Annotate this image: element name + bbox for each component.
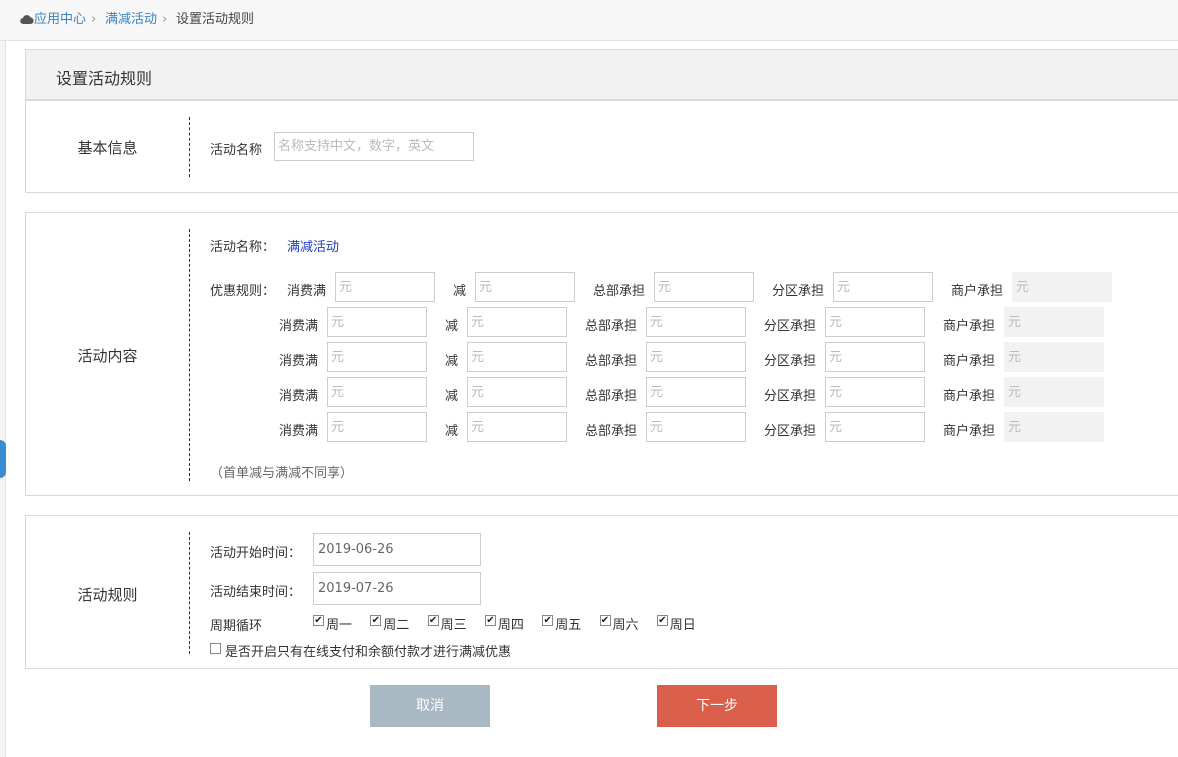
spend-input[interactable] bbox=[335, 272, 435, 302]
minus-input[interactable] bbox=[467, 307, 567, 337]
breadcrumb-link-full-reduction[interactable]: 满减活动 bbox=[105, 12, 157, 28]
activity-content-panel: 活动内容 活动名称： 满减活动 优惠规则： 消费满减总部承担分区承担商户承担消费… bbox=[25, 212, 1178, 496]
merchant-share-label: 商户承担 bbox=[943, 354, 996, 369]
merchant-share-label: 商户承担 bbox=[951, 284, 1004, 299]
breadcrumb-current: 设置活动规则 bbox=[176, 12, 255, 27]
branch-share-label: 分区承担 bbox=[772, 284, 825, 299]
cancel-button[interactable]: 取消 bbox=[370, 685, 490, 727]
minus-label: 减 bbox=[445, 354, 459, 369]
hq-share-input[interactable] bbox=[646, 307, 746, 337]
start-time-label: 活动开始时间： bbox=[210, 546, 302, 561]
hq-share-input[interactable] bbox=[646, 342, 746, 372]
merchant-share-input[interactable] bbox=[1004, 307, 1104, 337]
weekday-checkbox[interactable]: ✔ bbox=[427, 615, 439, 626]
cycle-label: 周期循环 bbox=[210, 619, 263, 634]
weekday-checkbox[interactable]: ✔ bbox=[370, 615, 382, 626]
branch-share-label: 分区承担 bbox=[764, 354, 817, 369]
branch-share-input[interactable] bbox=[833, 272, 933, 302]
breadcrumb-separator: › bbox=[162, 12, 168, 27]
branch-share-input[interactable] bbox=[825, 307, 925, 337]
merchant-share-label: 商户承担 bbox=[943, 319, 996, 334]
cloud-icon bbox=[20, 15, 34, 24]
sidebar-toggle-handle[interactable] bbox=[0, 440, 6, 478]
spend-label: 消费满 bbox=[279, 319, 319, 334]
weekday-label: 周六 bbox=[612, 618, 639, 633]
branch-share-input[interactable] bbox=[825, 342, 925, 372]
minus-label: 减 bbox=[445, 319, 459, 334]
activity-name-label: 活动名称： bbox=[210, 240, 276, 255]
branch-share-label: 分区承担 bbox=[764, 424, 817, 439]
spend-input[interactable] bbox=[327, 412, 427, 442]
divider bbox=[189, 229, 190, 481]
weekday-checkbox[interactable]: ✔ bbox=[599, 615, 611, 626]
hq-share-label: 总部承担 bbox=[585, 354, 638, 369]
discount-rules-label: 优惠规则： bbox=[210, 284, 276, 299]
merchant-share-input[interactable] bbox=[1004, 377, 1104, 407]
end-time-input[interactable] bbox=[313, 572, 481, 605]
end-time-label: 活动结束时间： bbox=[210, 585, 302, 600]
left-collapsed-sidebar bbox=[0, 0, 6, 757]
minus-label: 减 bbox=[453, 284, 467, 299]
next-step-button[interactable]: 下一步 bbox=[657, 685, 777, 727]
spend-label: 消费满 bbox=[279, 424, 319, 439]
minus-label: 减 bbox=[445, 389, 459, 404]
merchant-share-label: 商户承担 bbox=[943, 389, 996, 404]
weekday-label: 周二 bbox=[383, 618, 410, 633]
hq-share-label: 总部承担 bbox=[585, 424, 638, 439]
branch-share-input[interactable] bbox=[825, 377, 925, 407]
breadcrumb: 应用中心 › 满减活动 › 设置活动规则 bbox=[0, 0, 1178, 41]
weekday-label: 周三 bbox=[440, 618, 467, 633]
hq-share-label: 总部承担 bbox=[593, 284, 646, 299]
spend-input[interactable] bbox=[327, 377, 427, 407]
basic-info-panel: 基本信息 活动名称 bbox=[25, 100, 1178, 193]
merchant-share-input[interactable] bbox=[1004, 342, 1104, 372]
minus-input[interactable] bbox=[475, 272, 575, 302]
activity-rules-panel: 活动规则 活动开始时间： 活动结束时间： 周期循环 ✔周一✔周二✔周三✔周四✔周… bbox=[25, 515, 1178, 669]
branch-share-label: 分区承担 bbox=[764, 319, 817, 334]
minus-input[interactable] bbox=[467, 342, 567, 372]
weekday-checkbox[interactable]: ✔ bbox=[656, 615, 668, 626]
weekday-checkbox[interactable]: ✔ bbox=[542, 615, 554, 626]
breadcrumb-separator: › bbox=[91, 12, 97, 27]
start-time-input[interactable] bbox=[313, 533, 481, 566]
spend-label: 消费满 bbox=[287, 284, 327, 299]
merchant-share-label: 商户承担 bbox=[943, 424, 996, 439]
basic-info-heading: 基本信息 bbox=[77, 139, 138, 157]
hq-share-input[interactable] bbox=[646, 412, 746, 442]
activity-name-label: 活动名称 bbox=[210, 143, 263, 158]
weekday-label: 周日 bbox=[669, 618, 696, 633]
page-title-bar: 设置活动规则 bbox=[25, 49, 1178, 100]
page-title: 设置活动规则 bbox=[56, 69, 153, 88]
hq-share-input[interactable] bbox=[654, 272, 754, 302]
merchant-share-input[interactable] bbox=[1004, 412, 1104, 442]
weekday-checkbox[interactable]: ✔ bbox=[313, 615, 324, 626]
breadcrumb-link-app-center[interactable]: 应用中心 bbox=[34, 12, 86, 28]
minus-label: 减 bbox=[445, 424, 459, 439]
activity-name-value: 满减活动 bbox=[287, 240, 340, 255]
branch-share-label: 分区承担 bbox=[764, 389, 817, 404]
weekday-checkbox[interactable]: ✔ bbox=[484, 615, 496, 626]
merchant-share-input[interactable] bbox=[1012, 272, 1112, 302]
weekday-label: 周四 bbox=[497, 618, 524, 633]
hq-share-label: 总部承担 bbox=[585, 319, 638, 334]
activity-name-input[interactable] bbox=[274, 132, 474, 161]
minus-input[interactable] bbox=[467, 412, 567, 442]
weekday-label: 周一 bbox=[326, 618, 353, 633]
spend-label: 消费满 bbox=[279, 389, 319, 404]
minus-input[interactable] bbox=[467, 377, 567, 407]
activity-content-heading: 活动内容 bbox=[77, 347, 138, 365]
divider bbox=[189, 117, 190, 177]
spend-input[interactable] bbox=[327, 342, 427, 372]
weekday-label: 周五 bbox=[555, 618, 582, 633]
activity-rules-heading: 活动规则 bbox=[77, 586, 138, 604]
spend-label: 消费满 bbox=[279, 354, 319, 369]
branch-share-input[interactable] bbox=[825, 412, 925, 442]
online-only-label: 是否开启只有在线支付和余额付款才进行满减优惠 bbox=[225, 645, 512, 660]
online-only-checkbox[interactable] bbox=[210, 643, 221, 654]
spend-input[interactable] bbox=[327, 307, 427, 337]
hq-share-input[interactable] bbox=[646, 377, 746, 407]
divider bbox=[189, 532, 190, 654]
hq-share-label: 总部承担 bbox=[585, 389, 638, 404]
note-text: （首单减与满减不同享） bbox=[210, 466, 354, 481]
